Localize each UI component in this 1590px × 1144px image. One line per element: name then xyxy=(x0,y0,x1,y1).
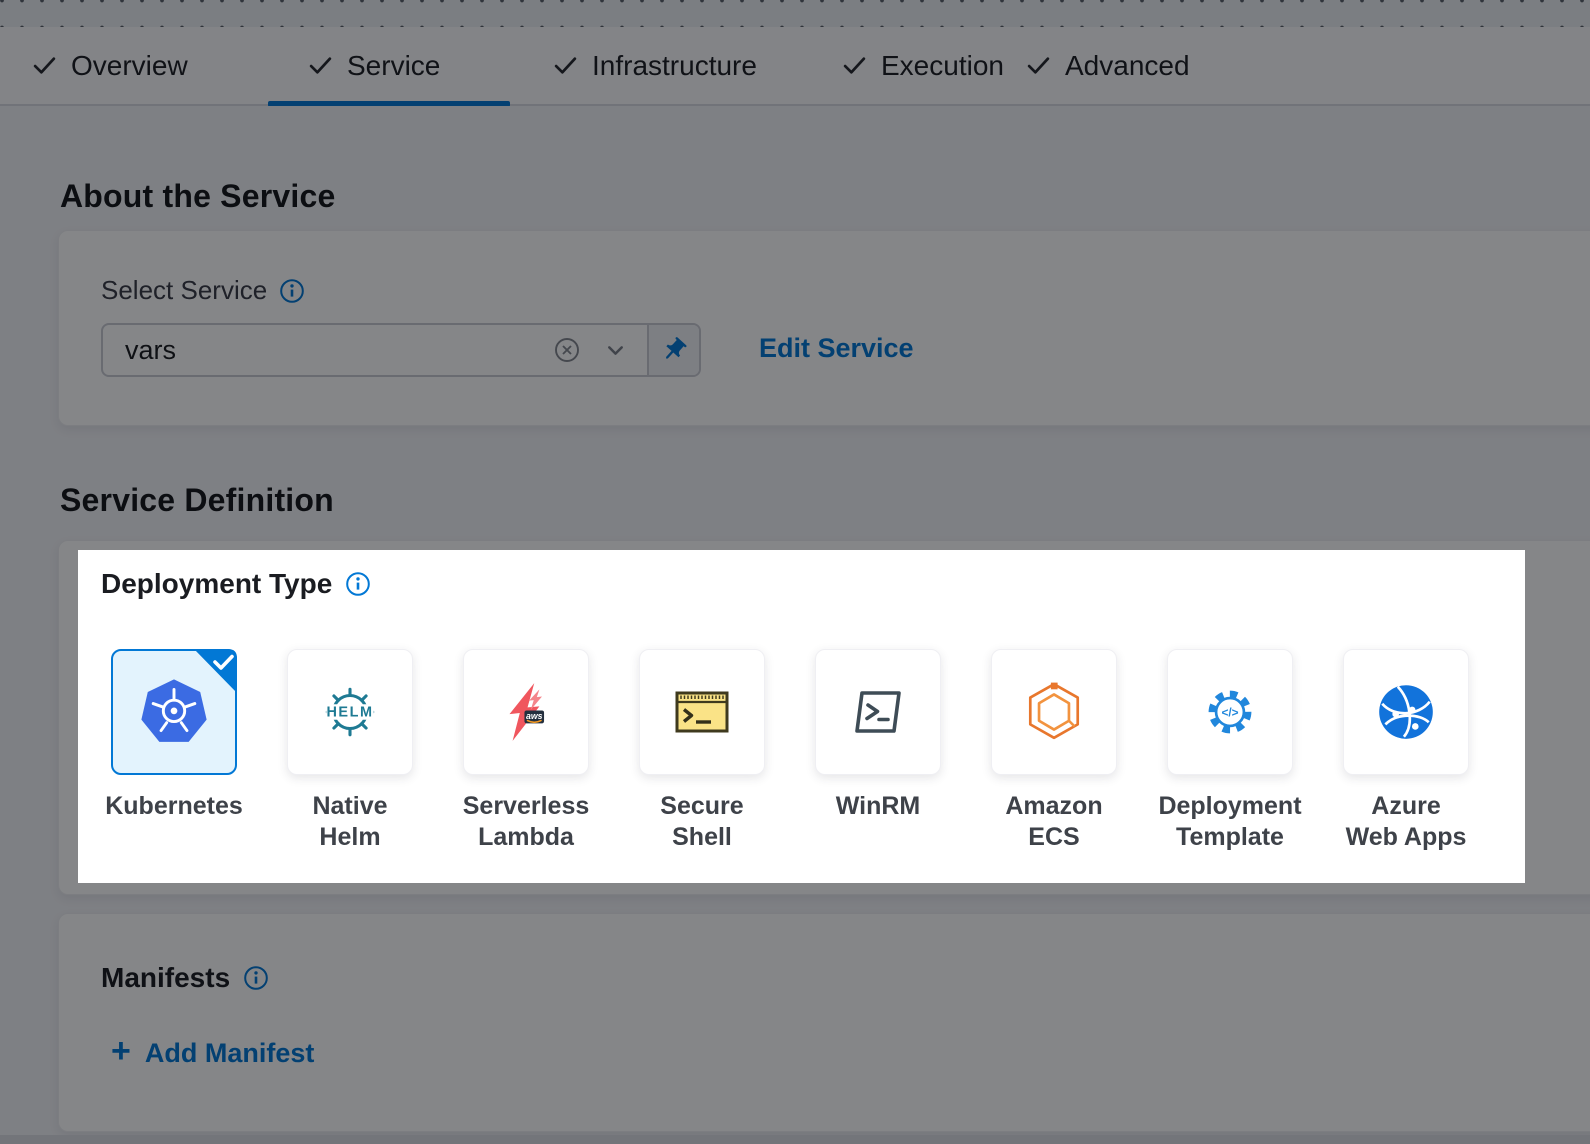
tab-label: Advanced xyxy=(1065,50,1190,82)
deployment-type-list: Kubernetes xyxy=(111,649,1469,852)
deployment-type-name: Amazon ECS xyxy=(991,791,1117,852)
helm-icon: HELM xyxy=(317,679,383,745)
pipeline-canvas-strip xyxy=(0,0,1590,27)
deployment-type-card[interactable] xyxy=(1343,649,1469,775)
deployment-type-native-helm[interactable]: HELM Native Helm xyxy=(287,649,413,852)
info-icon[interactable] xyxy=(279,278,305,304)
code-glyph-text: </> xyxy=(1221,706,1238,720)
pin-icon xyxy=(660,336,688,364)
winrm-powershell-icon xyxy=(846,680,910,744)
service-definition-card: Deployment Type xyxy=(58,540,1590,895)
service-definition-heading: Service Definition xyxy=(60,482,334,519)
select-service-label: Select Service xyxy=(101,275,267,306)
chevron-down-icon[interactable] xyxy=(602,337,629,364)
deployment-template-gear-icon: </> xyxy=(1197,679,1263,745)
deployment-type-card[interactable]: aws xyxy=(463,649,589,775)
deployment-type-name: Deployment Template xyxy=(1158,791,1301,852)
helm-logo-text: HELM xyxy=(326,705,373,721)
serverless-aws-icon: aws xyxy=(493,679,559,745)
plus-icon: + xyxy=(111,1034,131,1068)
deployment-type-label: Deployment Type xyxy=(101,568,332,600)
deployment-type-spotlight-panel: Deployment Type xyxy=(78,550,1525,883)
deployment-type-azure-web-apps[interactable]: Azure Web Apps xyxy=(1343,649,1469,852)
info-icon[interactable] xyxy=(345,571,371,597)
deployment-type-name: Serverless Lambda xyxy=(463,791,590,852)
tab-overview[interactable]: Overview xyxy=(32,27,188,104)
deployment-type-card[interactable]: HELM xyxy=(287,649,413,775)
check-icon xyxy=(553,53,578,78)
service-select[interactable] xyxy=(101,323,701,377)
service-select-main[interactable] xyxy=(103,325,647,375)
deployment-type-amazon-ecs[interactable]: Amazon ECS xyxy=(991,649,1117,852)
deployment-type-card[interactable] xyxy=(991,649,1117,775)
edit-service-link[interactable]: Edit Service xyxy=(759,333,914,364)
deployment-type-name: Kubernetes xyxy=(105,791,243,822)
pin-service-button[interactable] xyxy=(647,325,699,375)
deployment-type-name: Secure Shell xyxy=(639,791,765,852)
manifests-heading: Manifests xyxy=(101,962,230,994)
check-icon xyxy=(1026,53,1051,78)
deployment-type-name: Azure Web Apps xyxy=(1343,791,1469,852)
deployment-type-secure-shell[interactable]: Secure Shell xyxy=(639,649,765,852)
tab-advanced[interactable]: Advanced xyxy=(1026,27,1190,104)
add-manifest-label: Add Manifest xyxy=(145,1038,315,1069)
tab-label: Service xyxy=(347,50,440,82)
service-select-input[interactable] xyxy=(125,335,532,366)
amazon-ecs-icon xyxy=(1021,679,1087,745)
info-icon[interactable] xyxy=(243,965,269,991)
deployment-type-name: WinRM xyxy=(836,791,920,822)
deployment-type-deployment-template[interactable]: </> Deployment Template xyxy=(1167,649,1293,852)
secure-shell-terminal-icon xyxy=(670,680,734,744)
tab-service[interactable]: Service xyxy=(308,27,440,104)
tab-execution[interactable]: Execution xyxy=(842,27,1004,104)
azure-web-apps-globe-icon xyxy=(1373,679,1439,745)
deployment-type-name: Native Helm xyxy=(287,791,413,852)
stage-tabbar: Overview Service Infrastructure Executio… xyxy=(0,27,1590,106)
clear-icon[interactable] xyxy=(552,335,582,365)
check-icon xyxy=(32,53,57,78)
service-tab-content: About the Service Select Service xyxy=(0,106,1590,1144)
selected-badge xyxy=(189,649,237,697)
deployment-type-kubernetes[interactable]: Kubernetes xyxy=(111,649,237,852)
aws-logo-text: aws xyxy=(526,711,543,721)
page-bottom-strip xyxy=(0,1135,1590,1144)
deployment-type-serverless-lambda[interactable]: aws Serverless Lambda xyxy=(463,649,589,852)
deployment-type-card[interactable] xyxy=(639,649,765,775)
deployment-type-card[interactable] xyxy=(111,649,237,775)
check-icon xyxy=(308,53,333,78)
tab-label: Execution xyxy=(881,50,1004,82)
about-service-heading: About the Service xyxy=(60,178,335,215)
about-service-card: Select Service xyxy=(58,230,1590,426)
tab-infrastructure[interactable]: Infrastructure xyxy=(553,27,757,104)
deployment-type-winrm[interactable]: WinRM xyxy=(815,649,941,852)
check-icon xyxy=(842,53,867,78)
service-configuration-page: Overview Service Infrastructure Executio… xyxy=(0,0,1590,1144)
manifests-card: Manifests + Add Manifest xyxy=(58,913,1590,1132)
deployment-type-card[interactable]: </> xyxy=(1167,649,1293,775)
tab-label: Infrastructure xyxy=(592,50,757,82)
tab-label: Overview xyxy=(71,50,188,82)
deployment-type-card[interactable] xyxy=(815,649,941,775)
add-manifest-button[interactable]: + Add Manifest xyxy=(111,1036,314,1070)
